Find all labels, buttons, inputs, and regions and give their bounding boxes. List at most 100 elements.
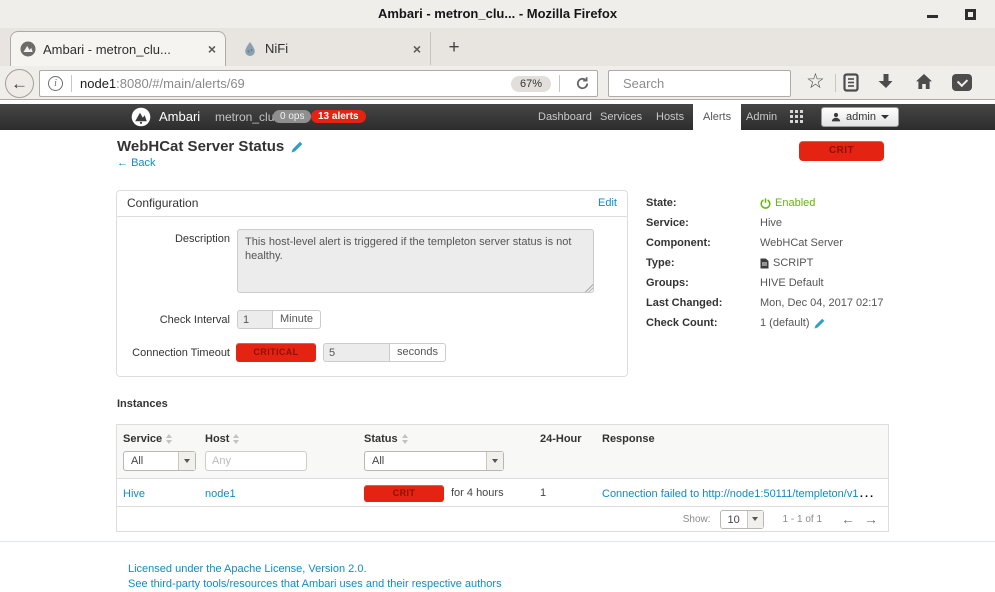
- edit-title-pencil-icon[interactable]: [291, 141, 303, 153]
- window-minimize-button[interactable]: [927, 15, 938, 18]
- show-label: Show:: [683, 514, 711, 525]
- instance-host-link[interactable]: node1: [205, 488, 236, 500]
- tab-ambari-label: Ambari - metron_clu...: [43, 42, 201, 57]
- nav-item-alerts[interactable]: Alerts: [693, 104, 741, 130]
- last-changed-value: Mon, Dec 04, 2017 02:17: [760, 297, 884, 309]
- url-bar[interactable]: i node1 :8080/#/main/alerts/69 67%: [39, 70, 598, 97]
- nav-item-admin[interactable]: Admin: [746, 104, 777, 130]
- groups-value: HIVE Default: [760, 277, 824, 289]
- cluster-name-label[interactable]: metron_clu...: [215, 104, 275, 130]
- groups-label: Groups:: [646, 277, 760, 289]
- browser-search-box[interactable]: [608, 70, 791, 97]
- instance-row: Hive node1 CRIT for 4 hours 1 Connection…: [117, 478, 888, 507]
- type-value: SCRIPT: [773, 257, 813, 269]
- connection-timeout-unit: seconds: [390, 343, 446, 362]
- page-title-text: WebHCat Server Status: [117, 138, 284, 155]
- description-label: Description: [117, 233, 230, 245]
- third-party-link[interactable]: See third-party tools/resources that Amb…: [128, 578, 502, 590]
- tab-ambari[interactable]: Ambari - metron_clu... ×: [10, 31, 226, 66]
- state-value: Enabled: [775, 197, 815, 209]
- alert-state-badge: CRIT: [799, 141, 884, 161]
- table-pagination-bar: Show: 10 1 - 1 of 1 ← →: [116, 506, 889, 532]
- urlbar-divider: [559, 75, 560, 92]
- nifi-favicon-icon: [242, 41, 258, 57]
- column-header-host[interactable]: Host: [205, 433, 364, 445]
- critical-threshold-badge: CRITICAL: [236, 343, 316, 362]
- state-label: State:: [646, 197, 760, 209]
- views-grid-icon[interactable]: [790, 110, 803, 123]
- page-zoom-indicator[interactable]: 67%: [511, 76, 551, 92]
- sort-icon: [233, 434, 239, 444]
- url-path-text: :8080/#/main/alerts/69: [116, 76, 245, 91]
- back-link-label: Back: [131, 157, 155, 169]
- footer-divider: [0, 541, 995, 542]
- instance-status-duration: for 4 hours: [451, 487, 504, 499]
- page-size-select[interactable]: 10: [720, 510, 764, 529]
- new-tab-button[interactable]: +: [441, 38, 467, 60]
- column-header-status[interactable]: Status: [364, 433, 540, 445]
- license-link[interactable]: Licensed under the Apache License, Versi…: [128, 563, 367, 575]
- tab-nifi[interactable]: NiFi ×: [233, 32, 431, 65]
- status-filter-select[interactable]: All: [364, 451, 504, 471]
- service-value: Hive: [760, 217, 782, 229]
- nav-item-hosts[interactable]: Hosts: [656, 104, 684, 130]
- edit-check-count-pencil-icon[interactable]: [814, 318, 825, 329]
- check-interval-unit: Minute: [273, 310, 321, 329]
- check-interval-input[interactable]: [237, 310, 273, 329]
- pagination-next-icon[interactable]: →: [864, 512, 878, 526]
- toolbar-divider: [835, 74, 836, 92]
- select-arrow-icon: [178, 452, 195, 470]
- connection-timeout-input[interactable]: [323, 343, 390, 362]
- service-filter-select[interactable]: All: [123, 451, 196, 471]
- check-count-label: Check Count:: [646, 317, 760, 329]
- tab-nifi-label: NiFi: [265, 41, 406, 56]
- ambari-favicon-icon: [20, 41, 36, 57]
- downloads-icon[interactable]: [878, 73, 894, 95]
- search-input[interactable]: [623, 76, 799, 91]
- instance-status-badge: CRIT: [364, 485, 444, 502]
- ambari-brand-link[interactable]: Ambari: [159, 104, 200, 130]
- check-count-value: 1 (default): [760, 317, 810, 329]
- description-textarea[interactable]: This host-level alert is triggered if th…: [237, 229, 594, 293]
- column-header-service[interactable]: Service: [123, 433, 205, 445]
- reload-icon[interactable]: [575, 76, 590, 91]
- bookmark-star-icon[interactable]: ☆: [806, 71, 825, 92]
- tab-nifi-close-icon[interactable]: ×: [413, 42, 421, 56]
- screen: Ambari - metron_clu... - Mozilla Firefox…: [0, 0, 995, 592]
- window-maximize-button[interactable]: [965, 9, 976, 20]
- pagination-prev-icon[interactable]: ←: [841, 512, 855, 526]
- configuration-header: Configuration: [127, 191, 198, 216]
- instance-service-link[interactable]: Hive: [123, 488, 145, 500]
- ambari-logo-icon[interactable]: [131, 107, 151, 132]
- type-label: Type:: [646, 257, 760, 269]
- alerts-count-badge[interactable]: 13 alerts: [311, 110, 366, 123]
- back-arrow-icon: ←: [117, 157, 128, 169]
- instance-response-link[interactable]: Connection failed to http://node1:50111/…: [602, 484, 882, 501]
- urlbar-divider: [71, 75, 72, 92]
- column-header-response: Response: [602, 433, 882, 445]
- check-interval-label: Check Interval: [117, 314, 230, 326]
- library-icon[interactable]: [843, 73, 859, 97]
- nav-item-dashboard[interactable]: Dashboard: [538, 104, 592, 130]
- site-info-icon[interactable]: i: [48, 76, 63, 91]
- nav-item-services[interactable]: Services: [600, 104, 642, 130]
- admin-user-menu-button[interactable]: admin: [821, 107, 899, 127]
- browser-back-button[interactable]: ←: [5, 69, 34, 98]
- component-label: Component:: [646, 237, 760, 249]
- instances-heading: Instances: [117, 398, 168, 410]
- select-arrow-icon: [747, 511, 763, 528]
- sort-icon: [402, 434, 408, 444]
- tab-ambari-close-icon[interactable]: ×: [208, 42, 216, 56]
- host-filter-input[interactable]: [205, 451, 307, 471]
- home-icon[interactable]: [915, 73, 933, 95]
- textarea-resize-grip-icon[interactable]: [585, 284, 593, 292]
- column-header-24-hour: 24-Hour: [540, 433, 602, 445]
- back-link[interactable]: ← Back: [117, 157, 156, 169]
- instances-table: Service Host Status 24-Hour Response: [116, 424, 889, 508]
- pocket-icon[interactable]: [952, 74, 972, 91]
- power-icon: [760, 198, 771, 209]
- instance-24h-count: 1: [540, 487, 602, 499]
- ops-count-badge[interactable]: 0 ops: [273, 110, 311, 123]
- sort-icon: [166, 434, 172, 444]
- configuration-edit-link[interactable]: Edit: [598, 191, 617, 216]
